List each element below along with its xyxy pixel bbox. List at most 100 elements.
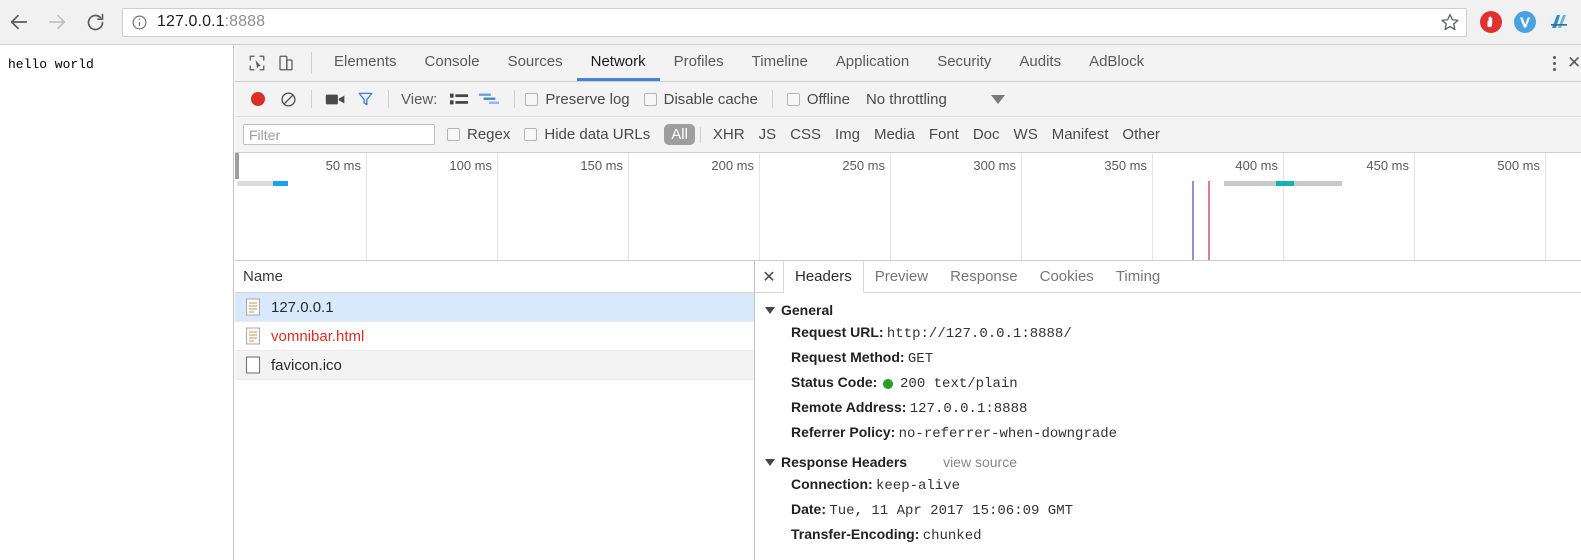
tab-audits[interactable]: Audits	[1005, 45, 1075, 81]
filter-toggle-button[interactable]	[350, 86, 380, 112]
network-toolbar: View: Preserve log Disable cache Offline…	[235, 82, 1581, 117]
offline-checkbox[interactable]: Offline	[786, 91, 850, 108]
vimium-extension-icon[interactable]	[1513, 10, 1537, 34]
view-source-link[interactable]: view source	[943, 454, 1017, 470]
devtools-tabstrip: Elements Console Sources Network Profile…	[235, 45, 1581, 82]
filter-type-separator	[699, 126, 701, 143]
tab-profiles[interactable]: Profiles	[660, 45, 738, 81]
devtools-more-button[interactable]	[1541, 48, 1567, 78]
address-bar[interactable]: 127.0.0.1:8888	[122, 7, 1467, 37]
filter-input[interactable]	[243, 124, 435, 145]
header-field: Transfer-Encoding: chunked	[765, 523, 1581, 548]
filter-type-ws[interactable]: WS	[1007, 124, 1045, 145]
clear-button[interactable]	[273, 86, 303, 112]
record-button[interactable]	[243, 86, 273, 112]
details-tab-preview[interactable]: Preview	[864, 261, 939, 292]
preserve-log-label: Preserve log	[545, 90, 630, 108]
capture-screenshots-button[interactable]	[320, 86, 350, 112]
view-list-button[interactable]	[444, 86, 474, 112]
view-waterfall-button[interactable]	[474, 86, 504, 112]
filter-type-css[interactable]: CSS	[783, 124, 828, 145]
disable-cache-checkbox[interactable]: Disable cache	[643, 91, 758, 108]
caret-down-icon[interactable]	[990, 94, 1005, 104]
filter-type-doc[interactable]: Doc	[966, 124, 1007, 145]
status-ok-dot-icon	[882, 378, 893, 389]
regex-checkbox[interactable]: Regex	[447, 126, 510, 143]
network-filter-bar: Regex Hide data URLs All XHR JS CSS Img …	[235, 117, 1581, 153]
table-row[interactable]: favicon.ico	[235, 351, 754, 380]
toolbar-separator-3	[514, 90, 516, 108]
tab-security[interactable]: Security	[923, 45, 1005, 81]
reload-button[interactable]	[76, 3, 114, 41]
response-headers-section-title: Response Headers	[781, 454, 908, 470]
page-info-icon[interactable]	[131, 14, 148, 31]
devtools-close-button[interactable]: ✕	[1567, 48, 1581, 78]
triangle-down-icon	[765, 306, 775, 314]
overview-tick-label: 100 ms	[449, 158, 492, 173]
checkbox-box	[786, 92, 800, 106]
overview-bar-main-document	[237, 181, 288, 186]
general-section-header[interactable]: General	[765, 302, 1581, 318]
capture-screenshots-icon	[325, 94, 344, 104]
network-lower-pane: Name 127.0.0.1 vomnibar.html favicon.ico…	[235, 261, 1581, 560]
throttling-select[interactable]: No throttling	[866, 91, 947, 108]
url-host: 127.0.0.1	[157, 13, 225, 30]
tabstrip-separator	[311, 52, 312, 74]
response-headers-section-header[interactable]: Response Headers view source	[765, 454, 1581, 470]
device-toolbar-button[interactable]	[272, 50, 299, 77]
filter-type-other[interactable]: Other	[1115, 124, 1167, 145]
table-row[interactable]: 127.0.0.1	[235, 293, 754, 322]
filter-funnel-icon	[357, 92, 373, 106]
checkbox-box	[643, 92, 657, 106]
overview-gridline	[628, 153, 629, 260]
filter-type-js[interactable]: JS	[752, 124, 784, 145]
inspect-element-button[interactable]	[243, 50, 270, 77]
overview-gridline	[1283, 153, 1284, 260]
overview-tick-label: 400 ms	[1235, 158, 1278, 173]
request-column-header[interactable]: Name	[235, 261, 754, 293]
back-button[interactable]	[0, 3, 38, 41]
checkbox-box	[524, 128, 538, 141]
tab-elements[interactable]: Elements	[320, 45, 411, 81]
toolbar-separator-2	[388, 90, 389, 108]
header-value: http://127.0.0.1:8888/	[886, 326, 1072, 342]
tab-network[interactable]: Network	[576, 45, 660, 81]
tab-console[interactable]: Console	[411, 45, 494, 81]
filter-type-img[interactable]: Img	[828, 124, 867, 145]
request-details-panel: ✕ Headers Preview Response Cookies Timin…	[755, 261, 1581, 560]
header-key: Referrer Policy:	[791, 424, 896, 440]
request-name: 127.0.0.1	[271, 298, 334, 316]
tab-sources[interactable]: Sources	[494, 45, 577, 81]
tab-timeline[interactable]: Timeline	[738, 45, 822, 81]
header-value: GET	[907, 351, 934, 367]
details-tab-cookies[interactable]: Cookies	[1029, 261, 1105, 292]
details-tab-timing[interactable]: Timing	[1105, 261, 1171, 292]
filter-type-manifest[interactable]: Manifest	[1045, 124, 1116, 145]
filter-type-font[interactable]: Font	[922, 124, 966, 145]
details-tab-response[interactable]: Response	[939, 261, 1029, 292]
network-overview-timeline[interactable]: 50 ms 100 ms 150 ms 200 ms 250 ms 300 ms 350 m…	[235, 153, 1581, 261]
overview-bar-favicon	[1224, 181, 1342, 186]
star-icon[interactable]	[1440, 12, 1460, 32]
clear-icon	[280, 91, 296, 107]
adblock-extension-icon[interactable]	[1479, 10, 1503, 34]
filter-type-media[interactable]: Media	[867, 124, 922, 145]
hide-data-urls-checkbox[interactable]: Hide data URLs	[524, 126, 650, 143]
page-body-text: hello world	[8, 57, 94, 72]
filter-type-all[interactable]: All	[664, 124, 695, 145]
details-tab-headers[interactable]: Headers	[783, 261, 864, 293]
filter-type-xhr[interactable]: XHR	[706, 124, 752, 145]
translate-extension-icon[interactable]	[1547, 10, 1571, 34]
preserve-log-checkbox[interactable]: Preserve log	[525, 90, 630, 108]
header-key: Status Code:	[791, 374, 878, 390]
table-row[interactable]: vomnibar.html	[235, 322, 754, 351]
header-value: keep-alive	[876, 478, 961, 494]
forward-button[interactable]	[38, 3, 76, 41]
tab-application[interactable]: Application	[822, 45, 923, 81]
details-close-button[interactable]: ✕	[755, 261, 783, 292]
tab-adblock[interactable]: AdBlock	[1075, 45, 1158, 81]
overview-tick-label: 200 ms	[711, 158, 754, 173]
overview-gridline	[497, 153, 498, 260]
request-rows: 127.0.0.1 vomnibar.html favicon.ico	[235, 293, 754, 560]
overview-bar-segment	[273, 181, 288, 186]
